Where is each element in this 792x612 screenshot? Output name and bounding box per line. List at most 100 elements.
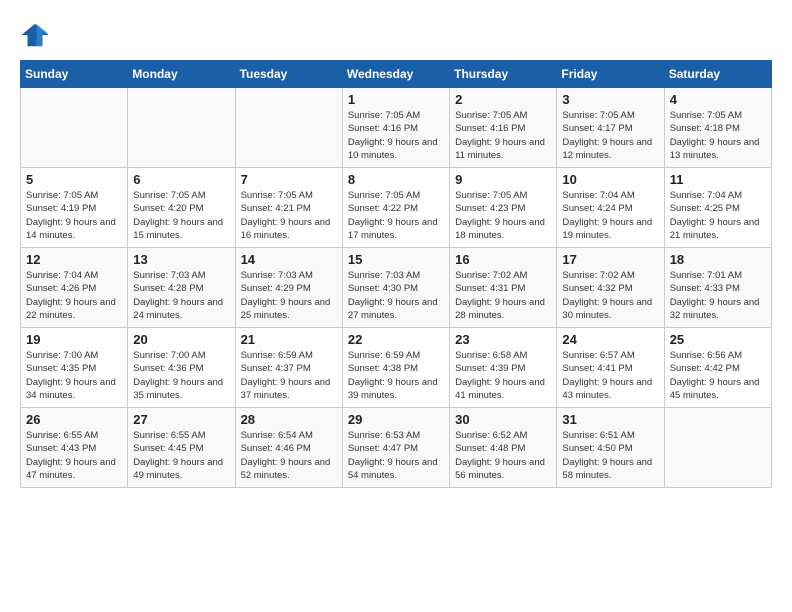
day-number: 16 [455, 252, 551, 267]
day-number: 17 [562, 252, 658, 267]
day-number: 19 [26, 332, 122, 347]
calendar-week-row: 26 Sunrise: 6:55 AMSunset: 4:43 PMDayligh… [21, 408, 772, 488]
day-number: 28 [241, 412, 337, 427]
calendar-table: SundayMondayTuesdayWednesdayThursdayFrid… [20, 60, 772, 488]
header-thursday: Thursday [450, 61, 557, 88]
day-number: 6 [133, 172, 229, 187]
calendar-cell [128, 88, 235, 168]
header-monday: Monday [128, 61, 235, 88]
day-number: 7 [241, 172, 337, 187]
header-wednesday: Wednesday [342, 61, 449, 88]
calendar-week-row: 12 Sunrise: 7:04 AMSunset: 4:26 PMDayligh… [21, 248, 772, 328]
calendar-cell: 1Sunrise: 7:05 AMSunset: 4:16 PMDaylight… [342, 88, 449, 168]
cell-details: Sunrise: 7:02 AMSunset: 4:31 PMDaylight:… [455, 269, 551, 322]
header-sunday: Sunday [21, 61, 128, 88]
logo-icon [20, 20, 50, 50]
day-number: 15 [348, 252, 444, 267]
header-saturday: Saturday [664, 61, 771, 88]
calendar-cell: 2 Sunrise: 7:05 AMSunset: 4:16 PMDaylight… [450, 88, 557, 168]
day-number: 31 [562, 412, 658, 427]
calendar-cell [235, 88, 342, 168]
cell-details: Sunrise: 6:52 AMSunset: 4:48 PMDaylight:… [455, 429, 551, 482]
cell-details: Sunrise: 7:05 AMSunset: 4:20 PMDaylight:… [133, 189, 229, 242]
cell-details: Sunrise: 6:54 AMSunset: 4:46 PMDaylight:… [241, 429, 337, 482]
cell-details: Sunrise: 6:58 AMSunset: 4:39 PMDaylight:… [455, 349, 551, 402]
calendar-cell: 14 Sunrise: 7:03 AMSunset: 4:29 PMDayligh… [235, 248, 342, 328]
calendar-cell [21, 88, 128, 168]
cell-details: Sunrise: 6:59 AMSunset: 4:38 PMDaylight:… [348, 349, 444, 402]
calendar-week-row: 19 Sunrise: 7:00 AMSunset: 4:35 PMDayligh… [21, 328, 772, 408]
calendar-cell: 26 Sunrise: 6:55 AMSunset: 4:43 PMDayligh… [21, 408, 128, 488]
day-number: 26 [26, 412, 122, 427]
calendar-cell: 19 Sunrise: 7:00 AMSunset: 4:35 PMDayligh… [21, 328, 128, 408]
logo [20, 20, 54, 50]
day-number: 4 [670, 92, 766, 107]
day-number: 24 [562, 332, 658, 347]
calendar-cell: 11 Sunrise: 7:04 AMSunset: 4:25 PMDayligh… [664, 168, 771, 248]
day-number: 11 [670, 172, 766, 187]
page-header [20, 20, 772, 50]
day-number: 3 [562, 92, 658, 107]
calendar-cell: 6 Sunrise: 7:05 AMSunset: 4:20 PMDaylight… [128, 168, 235, 248]
calendar-cell: 21 Sunrise: 6:59 AMSunset: 4:37 PMDayligh… [235, 328, 342, 408]
cell-details: Sunrise: 7:04 AMSunset: 4:24 PMDaylight:… [562, 189, 658, 242]
cell-details: Sunrise: 7:05 AMSunset: 4:21 PMDaylight:… [241, 189, 337, 242]
calendar-cell: 15 Sunrise: 7:03 AMSunset: 4:30 PMDayligh… [342, 248, 449, 328]
calendar-cell: 10 Sunrise: 7:04 AMSunset: 4:24 PMDayligh… [557, 168, 664, 248]
cell-details: Sunrise: 7:05 AMSunset: 4:17 PMDaylight:… [562, 109, 658, 162]
calendar-cell: 29 Sunrise: 6:53 AMSunset: 4:47 PMDayligh… [342, 408, 449, 488]
day-number: 29 [348, 412, 444, 427]
header-tuesday: Tuesday [235, 61, 342, 88]
cell-details: Sunrise: 7:01 AMSunset: 4:33 PMDaylight:… [670, 269, 766, 322]
cell-details: Sunrise: 7:05 AMSunset: 4:16 PMDaylight:… [455, 109, 551, 162]
calendar-week-row: 5 Sunrise: 7:05 AMSunset: 4:19 PMDaylight… [21, 168, 772, 248]
cell-details: Sunrise: 6:57 AMSunset: 4:41 PMDaylight:… [562, 349, 658, 402]
day-number: 12 [26, 252, 122, 267]
calendar-cell: 9Sunrise: 7:05 AMSunset: 4:23 PMDaylight… [450, 168, 557, 248]
day-number: 27 [133, 412, 229, 427]
calendar-week-row: 1 Sunrise: 7:05 AMSunset: 4:16 PMDaylight… [21, 88, 772, 168]
calendar-cell: 20 Sunrise: 7:00 AMSunset: 4:36 PMDayligh… [128, 328, 235, 408]
day-number: 2 [455, 92, 551, 107]
calendar-cell: 4 Sunrise: 7:05 AMSunset: 4:18 PMDaylight… [664, 88, 771, 168]
day-number: 10 [562, 172, 658, 187]
calendar-cell: 17 Sunrise: 7:02 AMSunset: 4:32 PMDayligh… [557, 248, 664, 328]
calendar-cell: 24 Sunrise: 6:57 AMSunset: 4:41 PMDayligh… [557, 328, 664, 408]
calendar-cell: 16 Sunrise: 7:02 AMSunset: 4:31 PMDayligh… [450, 248, 557, 328]
cell-details: Sunrise: 7:03 AMSunset: 4:29 PMDaylight:… [241, 269, 337, 322]
cell-details: Sunrise: 6:56 AMSunset: 4:42 PMDaylight:… [670, 349, 766, 402]
cell-details: Sunrise: 7:04 AMSunset: 4:25 PMDaylight:… [670, 189, 766, 242]
calendar-cell: 30 Sunrise: 6:52 AMSunset: 4:48 PMDayligh… [450, 408, 557, 488]
calendar-cell [664, 408, 771, 488]
cell-details: Sunrise: 6:53 AMSunset: 4:47 PMDaylight:… [348, 429, 444, 482]
day-number: 8 [348, 172, 444, 187]
cell-details: Sunrise: 7:02 AMSunset: 4:32 PMDaylight:… [562, 269, 658, 322]
cell-details: Sunrise: 7:04 AMSunset: 4:26 PMDaylight:… [26, 269, 122, 322]
calendar-header-row: SundayMondayTuesdayWednesdayThursdayFrid… [21, 61, 772, 88]
day-number: 1 [348, 92, 444, 107]
day-number: 21 [241, 332, 337, 347]
calendar-cell: 12 Sunrise: 7:04 AMSunset: 4:26 PMDayligh… [21, 248, 128, 328]
cell-details: Sunrise: 6:55 AMSunset: 4:43 PMDaylight:… [26, 429, 122, 482]
day-number: 14 [241, 252, 337, 267]
day-number: 5 [26, 172, 122, 187]
cell-details: Sunrise: 7:03 AMSunset: 4:30 PMDaylight:… [348, 269, 444, 322]
cell-details: Sunrise: 7:05 AMSunset: 4:22 PMDaylight:… [348, 189, 444, 242]
cell-details: Sunrise: 6:55 AMSunset: 4:45 PMDaylight:… [133, 429, 229, 482]
cell-details: Sunrise: 7:00 AMSunset: 4:36 PMDaylight:… [133, 349, 229, 402]
header-friday: Friday [557, 61, 664, 88]
cell-details: Sunrise: 7:00 AMSunset: 4:35 PMDaylight:… [26, 349, 122, 402]
cell-details: Sunrise: 7:05 AMSunset: 4:19 PMDaylight:… [26, 189, 122, 242]
day-number: 20 [133, 332, 229, 347]
cell-details: Sunrise: 6:51 AMSunset: 4:50 PMDaylight:… [562, 429, 658, 482]
day-number: 9 [455, 172, 551, 187]
day-number: 30 [455, 412, 551, 427]
calendar-cell: 3 Sunrise: 7:05 AMSunset: 4:17 PMDaylight… [557, 88, 664, 168]
calendar-cell: 22Sunrise: 6:59 AMSunset: 4:38 PMDayligh… [342, 328, 449, 408]
calendar-cell: 23Sunrise: 6:58 AMSunset: 4:39 PMDayligh… [450, 328, 557, 408]
cell-details: Sunrise: 6:59 AMSunset: 4:37 PMDaylight:… [241, 349, 337, 402]
cell-details: Sunrise: 7:05 AMSunset: 4:18 PMDaylight:… [670, 109, 766, 162]
day-number: 18 [670, 252, 766, 267]
calendar-cell: 27 Sunrise: 6:55 AMSunset: 4:45 PMDayligh… [128, 408, 235, 488]
calendar-cell: 31 Sunrise: 6:51 AMSunset: 4:50 PMDayligh… [557, 408, 664, 488]
